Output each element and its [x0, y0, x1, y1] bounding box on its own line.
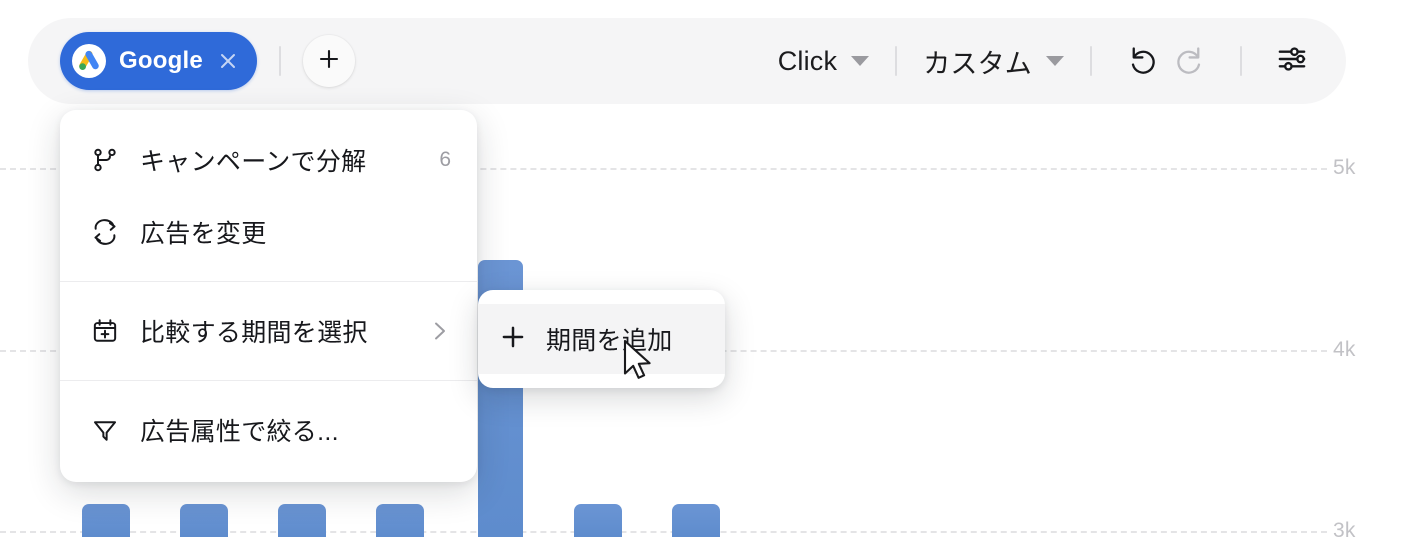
undo-button[interactable]	[1118, 37, 1166, 85]
plus-icon	[317, 47, 341, 76]
menu-item-change-ads[interactable]: 広告を変更	[60, 196, 477, 268]
chart-bar[interactable]	[278, 504, 326, 537]
top-toolbar: Google Click カスタム	[28, 18, 1346, 104]
menu-item-count: 6	[439, 148, 451, 171]
redo-button[interactable]	[1166, 37, 1214, 85]
redo-icon	[1173, 42, 1207, 81]
calendar-plus-icon	[90, 316, 120, 346]
google-ads-logo-icon	[72, 44, 106, 78]
menu-item-label: 広告を変更	[140, 220, 267, 248]
source-chip-label: Google	[119, 47, 203, 74]
comparison-period-submenu: 期間を追加	[478, 290, 725, 388]
chart-bar[interactable]	[82, 504, 130, 537]
chevron-right-icon	[427, 319, 451, 343]
submenu-item-label: 期間を追加	[546, 327, 673, 355]
close-icon[interactable]	[217, 50, 239, 72]
sliders-icon	[1275, 42, 1309, 81]
menu-item-label: キャンペーンで分解	[140, 148, 367, 176]
toolbar-divider	[1240, 46, 1242, 76]
settings-button[interactable]	[1268, 37, 1316, 85]
chevron-down-icon	[1046, 56, 1064, 66]
menu-item-select-comparison-period[interactable]: 比較する期間を選択	[60, 295, 477, 367]
metric-dropdown-label: Click	[777, 45, 838, 76]
chart-bar[interactable]	[574, 504, 622, 537]
menu-divider	[60, 281, 477, 282]
branch-split-icon	[90, 145, 120, 175]
source-chip-google[interactable]: Google	[60, 32, 257, 90]
add-source-button[interactable]	[302, 35, 355, 87]
undo-icon	[1125, 42, 1159, 81]
menu-item-label: 比較する期間を選択	[140, 319, 368, 347]
chart-bar[interactable]	[376, 504, 424, 537]
date-range-dropdown[interactable]: カスタム	[923, 42, 1064, 81]
chevron-down-icon	[851, 56, 870, 66]
toolbar-divider	[278, 46, 281, 76]
toolbar-left-group: Google	[28, 32, 355, 90]
toolbar-right-group: Click カスタム	[778, 37, 1346, 85]
toolbar-divider	[1090, 46, 1092, 76]
chart-bar[interactable]	[672, 504, 720, 537]
toolbar-divider	[895, 46, 898, 76]
menu-divider	[60, 380, 477, 381]
submenu-item-add-period[interactable]: 期間を追加	[478, 304, 725, 374]
swap-arrows-icon	[90, 217, 120, 247]
menu-item-label: 広告属性で絞る...	[140, 418, 339, 446]
plus-icon	[500, 324, 526, 355]
chart-bar[interactable]	[180, 504, 228, 537]
menu-item-breakdown-by-campaign[interactable]: キャンペーンで分解 6	[60, 124, 477, 196]
date-range-dropdown-label: カスタム	[923, 48, 1032, 79]
menu-item-filter-by-ad-attributes[interactable]: 広告属性で絞る...	[60, 394, 477, 466]
axis-label-3k: 3k	[1333, 519, 1356, 542]
context-menu: キャンペーンで分解 6 広告を変更 比較する期間を選択 広告属性で絞る...	[60, 110, 477, 482]
filter-funnel-icon	[90, 415, 120, 445]
axis-label-4k: 4k	[1333, 338, 1356, 361]
axis-label-5k: 5k	[1333, 156, 1356, 179]
metric-dropdown[interactable]: Click	[778, 46, 870, 77]
